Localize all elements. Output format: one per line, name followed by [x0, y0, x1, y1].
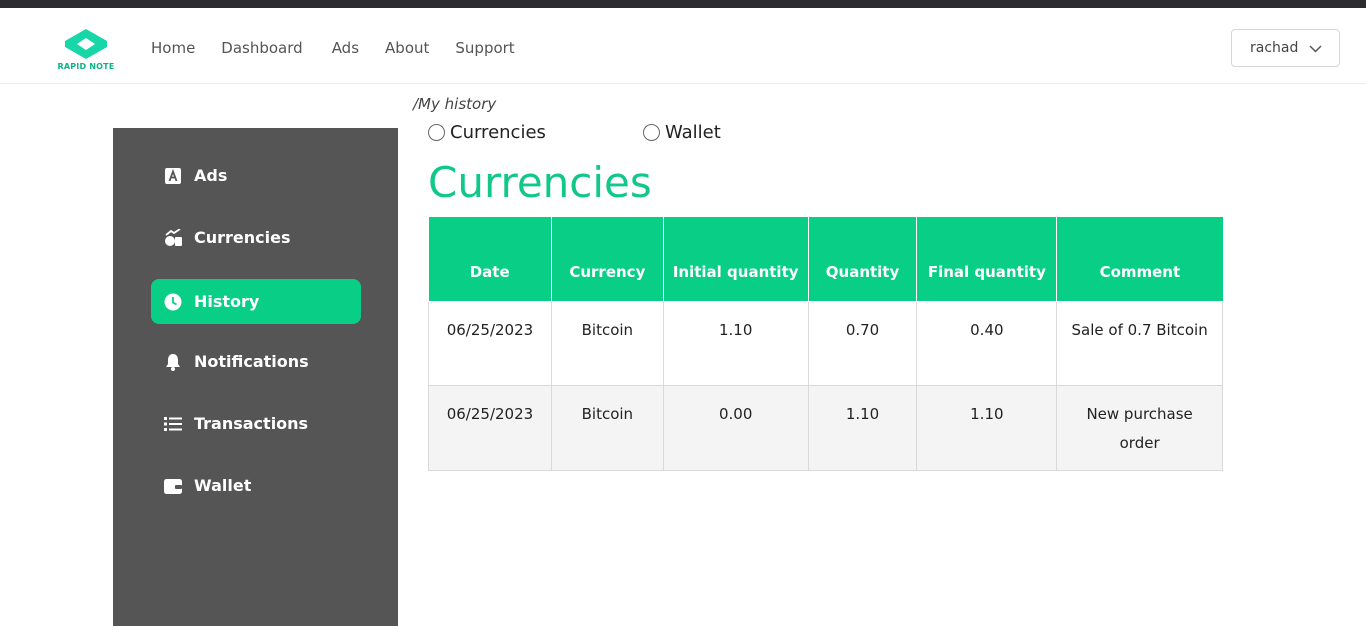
column-header-comment: Comment — [1056, 217, 1223, 302]
table-header-row: Date Currency Initial quantity Quantity … — [428, 217, 1223, 302]
radio-label: Wallet — [665, 122, 721, 143]
column-header-quantity: Quantity — [807, 217, 918, 302]
sidebar-item-notifications[interactable]: Notifications — [151, 339, 361, 384]
user-menu-dropdown[interactable]: rachad — [1231, 29, 1340, 67]
list-icon — [164, 415, 182, 433]
cell-currency: Bitcoin — [550, 384, 664, 471]
cell-comment: New purchase order — [1056, 384, 1223, 471]
sidebar-item-label: Ads — [194, 166, 228, 185]
breadcrumb: /My history — [413, 95, 497, 113]
nav-home[interactable]: Home — [151, 39, 195, 57]
table-row: 06/25/2023 Bitcoin 1.10 0.70 0.40 Sale o… — [428, 300, 1223, 386]
column-header-currency: Currency — [550, 217, 664, 302]
radio-currencies[interactable]: Currencies — [428, 122, 546, 143]
column-header-final-quantity: Final quantity — [916, 217, 1058, 302]
sidebar-item-ads[interactable]: Ads — [151, 153, 361, 198]
nav-dashboard[interactable]: Dashboard — [221, 39, 302, 57]
nav-ads[interactable]: Ads — [332, 39, 359, 57]
main-nav: Home Dashboard Ads About Support — [151, 39, 541, 57]
section-title: Currencies — [428, 158, 652, 207]
cell-quantity: 0.70 — [807, 300, 918, 386]
cell-final-quantity: 1.10 — [916, 384, 1058, 471]
cell-initial-quantity: 1.10 — [662, 300, 809, 386]
radio-wallet[interactable]: Wallet — [643, 122, 721, 143]
sidebar-item-label: Notifications — [194, 352, 309, 371]
nav-about[interactable]: About — [385, 39, 429, 57]
sidebar-item-label: Currencies — [194, 228, 291, 247]
table-row: 06/25/2023 Bitcoin 0.00 1.10 1.10 New pu… — [428, 384, 1223, 471]
sidebar-item-label: History — [194, 292, 260, 311]
logo-icon — [65, 29, 107, 59]
nav-support[interactable]: Support — [455, 39, 514, 57]
bell-icon — [164, 353, 182, 371]
user-name: rachad — [1250, 40, 1299, 56]
sidebar-item-wallet[interactable]: Wallet — [151, 463, 361, 508]
sidebar-item-currencies[interactable]: Currencies — [151, 215, 361, 260]
history-table: Date Currency Initial quantity Quantity … — [428, 217, 1223, 471]
radio-label: Currencies — [450, 122, 546, 143]
cell-date: 06/25/2023 — [428, 300, 552, 386]
sidebar: Ads Currencies History Notifications Tra… — [113, 128, 398, 626]
sidebar-item-label: Transactions — [194, 414, 309, 433]
cell-initial-quantity: 0.00 — [662, 384, 809, 471]
radio-circle[interactable] — [643, 124, 660, 141]
cell-quantity: 1.10 — [807, 384, 918, 471]
brand-name: RAPID NOTE — [57, 62, 115, 71]
column-header-initial-quantity: Initial quantity — [662, 217, 809, 302]
cell-final-quantity: 0.40 — [916, 300, 1058, 386]
brand-logo[interactable]: RAPID NOTE — [56, 28, 116, 76]
cell-currency: Bitcoin — [550, 300, 664, 386]
chevron-down-icon — [1309, 45, 1322, 53]
sidebar-item-history[interactable]: History — [151, 279, 361, 324]
sidebar-item-transactions[interactable]: Transactions — [151, 401, 361, 446]
radio-circle[interactable] — [428, 124, 445, 141]
cell-date: 06/25/2023 — [428, 384, 552, 471]
currencies-icon — [164, 228, 182, 247]
browser-top-strip — [0, 0, 1366, 8]
wallet-icon — [164, 477, 182, 495]
ads-icon — [164, 167, 182, 185]
clock-icon — [164, 293, 182, 311]
sidebar-item-label: Wallet — [194, 476, 252, 495]
cell-comment: Sale of 0.7 Bitcoin — [1056, 300, 1223, 386]
column-header-date: Date — [428, 217, 552, 302]
navbar: RAPID NOTE Home Dashboard Ads About Supp… — [0, 8, 1366, 84]
view-filter: Currencies Wallet — [428, 122, 828, 146]
